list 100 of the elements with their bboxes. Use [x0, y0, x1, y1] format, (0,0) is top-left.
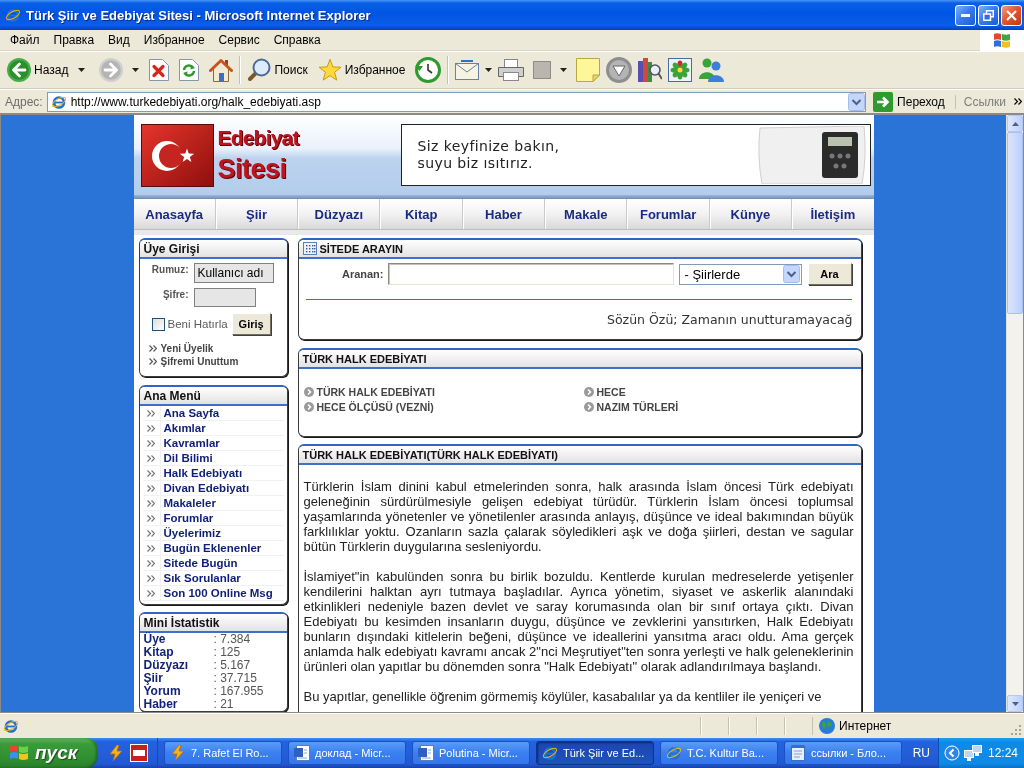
menu-link[interactable]: Divan Edebiyatı [160, 481, 284, 495]
login-link[interactable]: Yeni Üyelik [148, 342, 287, 355]
menu-link[interactable]: Dil Bilimi [160, 451, 284, 465]
panel-title: TÜRK HALK EDEBİYATI(TÜRK HALK EDEBİYATI) [302, 448, 558, 461]
article-paragraph: İslamiyet"in kabulünden sonra bu birlik bozuldu. Kentlerde kurulan medreselerde yetişenler kendilerini halktan ayrı tutmaya başladılar. Ayrıca yönetim, siyaset ve askerlik alanındaki etkinlikleri nedeniyle bazen devlet ve saray korumasında olan bir sınıf ortaya çıktı. Divan Edebiyatı bu kesimden insanların duygu, düşünce ve zevklerini yansıtırken, Halk Edebiyatı bunların dışındaki kitlelerin beğeni, düşünce ve ideallerini yansıtma aracı oldu. Ama gerçek anlamda halk edebiyatı kavramı ancak 2"nci Meşrutiyet"ten sonra yerleşti ve halk geleneklerinin ürünleri olan yapıtlar bu dönemden sonra "Halk Edebiyatı" olarak adlandırılmaya başlandı. [303, 569, 854, 674]
square-icon [533, 61, 552, 79]
stop-icon [149, 59, 170, 81]
grid-icon [302, 242, 317, 255]
nav-link[interactable]: Şiir [214, 199, 298, 229]
taskbar-button[interactable]: Polutina - Micr... [412, 741, 530, 765]
menu-item[interactable]: Вид [101, 33, 137, 47]
menu-item[interactable]: Файл [3, 33, 47, 47]
caret-icon [560, 68, 568, 72]
back-button[interactable]: Назад [4, 54, 89, 86]
topic-link[interactable]: NAZIM TÜRLERİ [583, 399, 856, 414]
wavy-flag-icon [9, 744, 29, 762]
menu-link[interactable]: Halk Edebiyatı [160, 466, 284, 480]
note-icon [576, 58, 601, 82]
arrow-bullet-icon [583, 386, 594, 397]
double-chevron-icon [147, 514, 155, 522]
topic-link[interactable]: HECE [583, 384, 856, 399]
topic-link[interactable]: HECE ÖLÇÜSÜ (VEZNİ) [303, 399, 584, 414]
nav-link[interactable]: Forumlar [626, 199, 709, 229]
nav-link[interactable]: Kitap [379, 199, 462, 229]
scrollbar-thumb[interactable] [1007, 132, 1023, 314]
menu-link[interactable]: Akımlar [160, 421, 284, 435]
quick-launch-button[interactable] [129, 742, 149, 764]
menu-link[interactable]: Bugün Eklenenler [160, 541, 284, 555]
globe-icon [819, 718, 835, 734]
double-chevron-icon [147, 484, 155, 492]
article-paragraph: Bu yapıtlar, genellikle öğrenim görmemiş köylüler, kasabalılar ya da kentliler ile yeniçeri ve [303, 689, 823, 704]
nav-link[interactable]: Künye [708, 199, 792, 229]
taskbar-button[interactable]: ссылки - Бло... [784, 741, 902, 765]
nav-link[interactable]: Anasayfa [133, 199, 215, 229]
menu-link[interactable]: Kavramlar [160, 436, 284, 450]
nav-link[interactable]: Makale [544, 199, 627, 229]
stat-value: : 7.384 [213, 633, 252, 646]
show-icons-button[interactable] [943, 745, 960, 761]
nav-link[interactable]: İletişim [791, 199, 874, 229]
restore-button[interactable] [978, 4, 999, 26]
close-icon [1006, 9, 1017, 21]
category-select[interactable]: - Şiirlerde [678, 263, 802, 285]
menu-item[interactable]: Правка [46, 33, 102, 47]
books-icon [638, 58, 663, 82]
article-paragraph: Türklerin İslam dinini kabul etmelerinden sonra, halk arasında İslam öncesi Türk edebiyatı geleneğinin sürdürülmesiyle gelişen edebiyat türüdür. Türklerin İslam öncesi toplumsal yaşamlarında yönetenler ve yönetilenler arasında anlayış, düşünce ve ideal bakımından büyük farklılıklar yoktu. Ozanların sazla çalarak söyledikleri aşk ve doğa şiirleri, destan ve sagular bütün Türklerin duygularına sesleniyordu. [303, 479, 854, 554]
stat-value: : 5.167 [213, 659, 252, 672]
search-field[interactable] [387, 263, 674, 285]
menu-link[interactable]: Üyelerimiz [160, 526, 284, 540]
double-chevron-icon [147, 424, 155, 432]
password-field[interactable] [193, 288, 256, 307]
menu-link[interactable]: Ana Sayfa [160, 406, 284, 420]
minimize-button[interactable] [955, 4, 976, 26]
double-chevron-icon [147, 529, 155, 537]
banner-text: Siz keyfinize bakın, suyu biz ısıtırız. [417, 138, 560, 172]
forward-arrow-icon [99, 58, 124, 82]
window-title: Türk Şiir ve Edebiyat Sitesi - Microsoft Internet Explorer [26, 7, 372, 23]
search-button[interactable]: Ara [807, 263, 852, 285]
computers-icon[interactable] [963, 745, 982, 761]
double-chevron-icon [147, 574, 155, 582]
panel-title: TÜRK HALK EDEBİYATI [302, 352, 427, 365]
go-button[interactable]: Переход [870, 90, 951, 113]
links-label[interactable]: Ссылки [954, 94, 1010, 109]
flag-icon [140, 123, 214, 187]
caret-icon [78, 68, 86, 72]
menu-link[interactable]: Sitede Bugün [160, 556, 284, 570]
username-field[interactable]: Kullanıcı adı [193, 263, 274, 283]
arrow-bullet-icon [583, 401, 594, 412]
panel-title: Mini İstatistik [143, 615, 220, 630]
menu-link[interactable]: Forumlar [160, 511, 284, 525]
menu-link[interactable]: Sık Sorulanlar [160, 571, 284, 585]
menu-item[interactable]: Избранное [136, 33, 212, 47]
scroll-down-button[interactable] [1007, 695, 1023, 712]
scroll-up-button[interactable] [1007, 115, 1023, 132]
login-button[interactable]: Giriş [231, 313, 271, 335]
address-field[interactable]: http://www.turkedebiyati.org/halk_edebiyati.asp [46, 91, 867, 112]
arrow-bullet-icon [303, 386, 314, 397]
login-link[interactable]: Şifremi Unuttum [148, 355, 287, 368]
taskbar-button[interactable]: 7. Rafet El Ro... [164, 741, 282, 765]
taskbar-button[interactable]: Türk Şiir ve Ed... [536, 741, 654, 765]
nav-link[interactable]: Düzyazı [297, 199, 380, 229]
remember-checkbox[interactable] [151, 317, 165, 331]
language-indicator[interactable]: RU [910, 746, 932, 760]
taskbar-button[interactable]: доклад - Micr... [288, 741, 406, 765]
quick-launch-button[interactable] [106, 742, 126, 764]
ticker-text: Sözün Özü; Zamanın unutturamayacağ [606, 312, 854, 328]
double-chevron-icon [147, 589, 155, 597]
menu-link[interactable]: Makaleler [160, 496, 284, 510]
search-button[interactable]: Поиск [244, 54, 311, 86]
menu-item[interactable]: Справка [266, 33, 328, 47]
close-button[interactable] [1001, 4, 1022, 26]
double-chevron-icon[interactable] [1014, 98, 1022, 105]
favorites-button[interactable]: Избранное [314, 54, 409, 86]
caret-icon [485, 68, 493, 72]
topic-link[interactable]: TÜRK HALK EDEBİYATI [303, 384, 584, 399]
resize-grip-icon[interactable] [1010, 724, 1022, 736]
start-button[interactable]: пуск [0, 738, 98, 768]
nav-link[interactable]: Haber [461, 199, 545, 229]
taskbar-button[interactable]: T.C. Kultur Ba... [660, 741, 778, 765]
menu-link[interactable]: Son 100 Online Msg [160, 586, 284, 600]
menu-item[interactable]: Сервис [211, 33, 267, 47]
